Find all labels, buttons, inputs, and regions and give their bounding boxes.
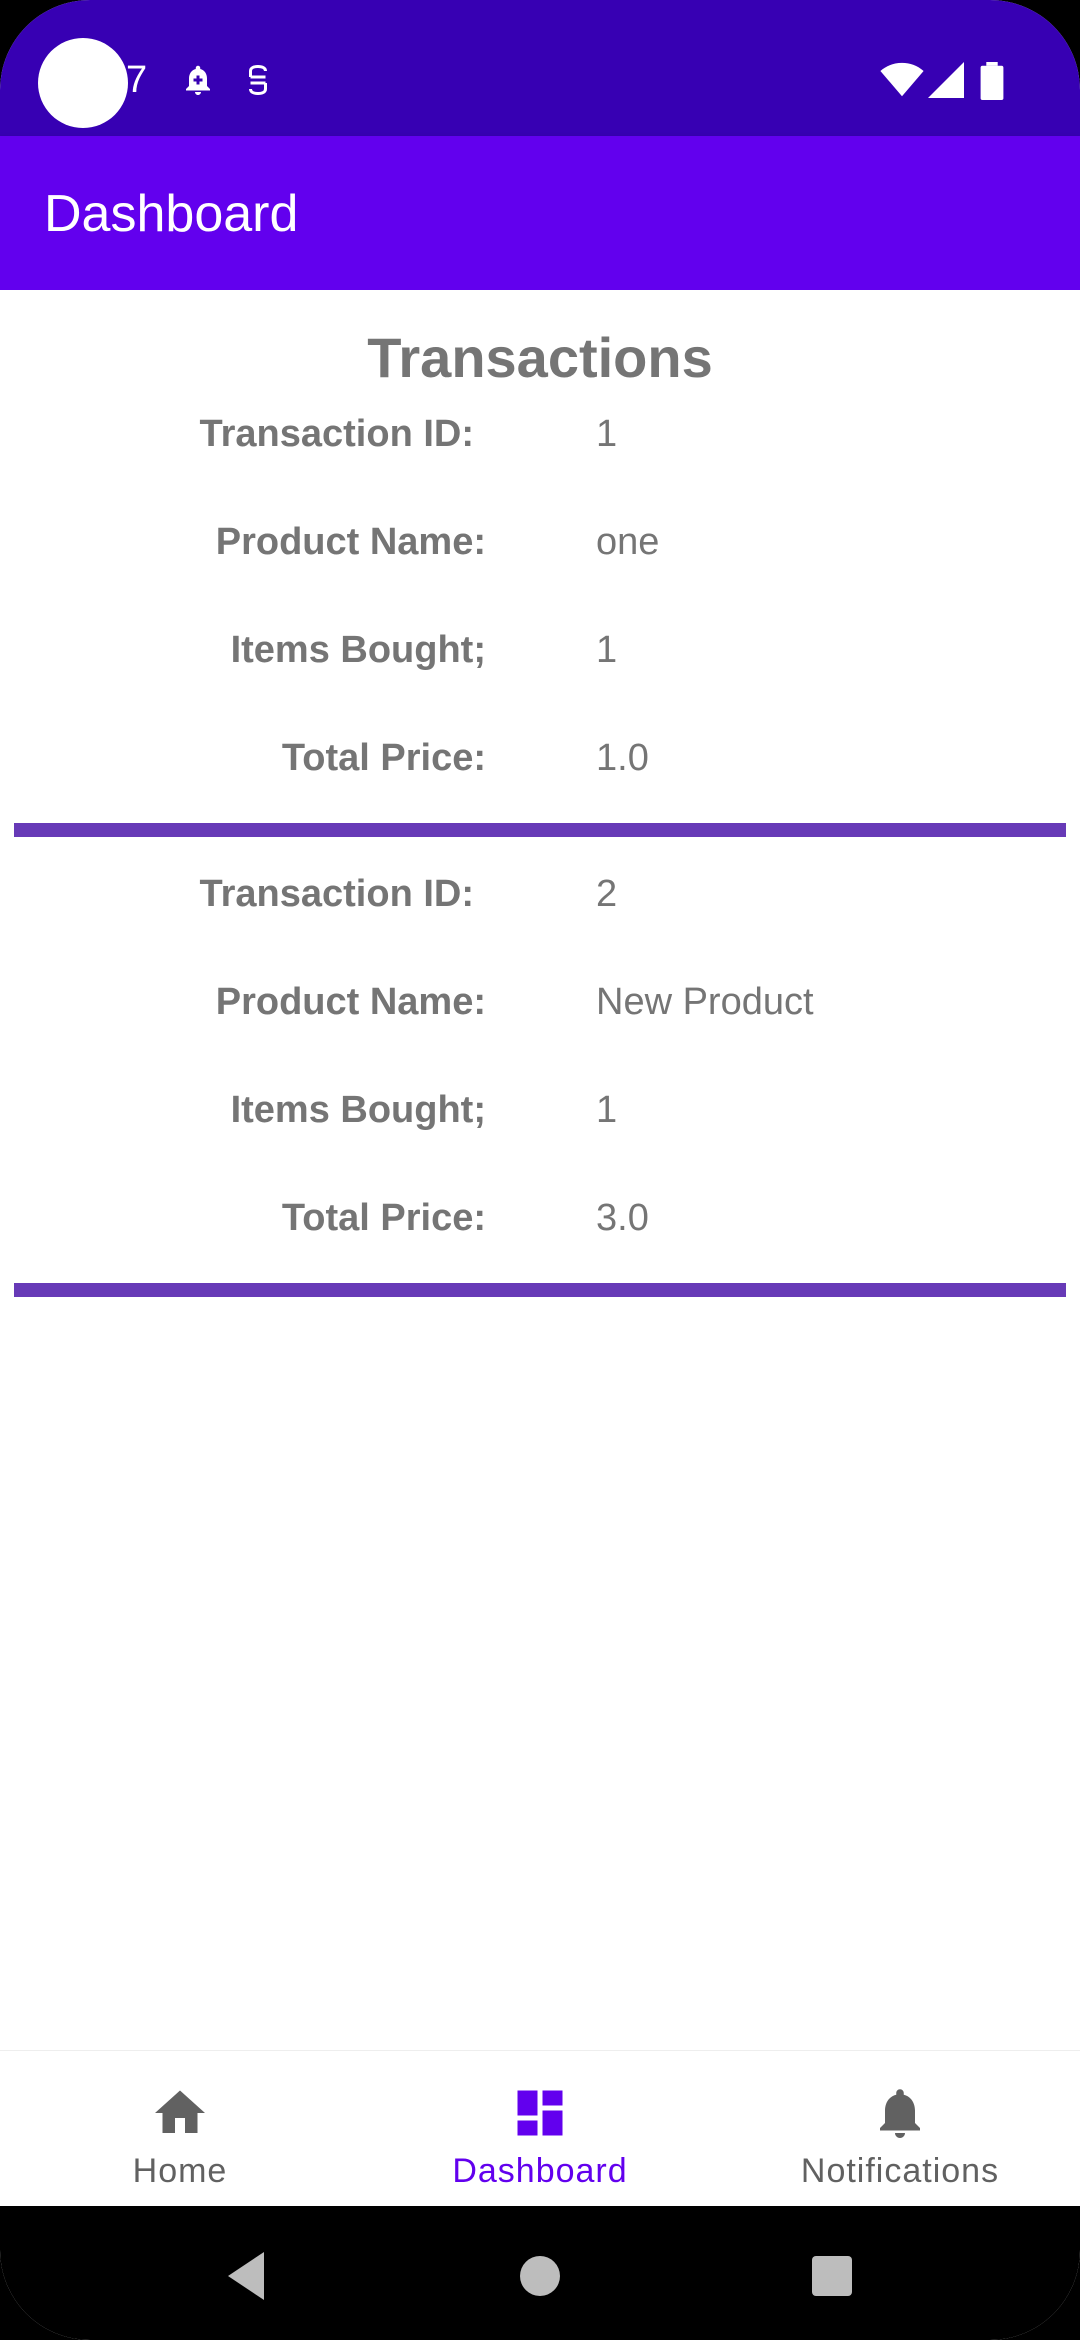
nav-item-dashboard[interactable]: Dashboard [360, 2051, 720, 2207]
product-name-value: one [596, 521, 660, 563]
product-name-label: Product Name: [215, 521, 486, 563]
product-name-row: Product Name: New Product [0, 972, 1080, 1032]
battery-icon [980, 62, 1004, 105]
recents-icon[interactable] [792, 2236, 872, 2316]
product-name-value: New Product [596, 981, 814, 1023]
home-circle-icon[interactable] [500, 2236, 580, 2316]
sim-icon [240, 62, 276, 103]
transaction-id-value: 1 [596, 413, 618, 455]
bell-icon [870, 2083, 930, 2143]
total-price-row: Total Price: 1.0 [0, 728, 1080, 788]
total-price-value: 3.0 [596, 1197, 649, 1239]
transaction-id-label: Transaction ID: [199, 413, 475, 455]
system-navigation-bar [0, 2206, 1080, 2340]
home-icon [150, 2083, 210, 2143]
transaction-id-row: Transaction ID: 1 [0, 404, 1080, 464]
items-bought-label: Items Bought; [230, 629, 486, 671]
transaction-divider [14, 823, 1066, 837]
total-price-label: Total Price: [281, 1197, 486, 1239]
items-bought-value: 1 [596, 629, 618, 671]
transaction-id-label: Transaction ID: [199, 873, 475, 915]
total-price-row: Total Price: 3.0 [0, 1188, 1080, 1248]
transaction-id-row: Transaction ID: 2 [0, 864, 1080, 924]
product-name-label: Product Name: [215, 981, 486, 1023]
notification-add-icon [180, 62, 216, 103]
transaction-id-value: 2 [596, 873, 618, 915]
product-name-row: Product Name: one [0, 512, 1080, 572]
phone-screen: 7 Dashboard Transactions Transaction ID:… [0, 0, 1080, 2340]
nav-label-dashboard: Dashboard [452, 2152, 628, 2190]
nav-label-notifications: Notifications [800, 2152, 1000, 2190]
signal-icon [928, 62, 964, 103]
section-title: Transactions [367, 326, 713, 389]
status-bar: 7 [0, 0, 1080, 136]
camera-cutout [38, 38, 128, 128]
app-bar-title: Dashboard [44, 185, 299, 243]
items-bought-row: Items Bought; 1 [0, 620, 1080, 680]
bottom-navigation: Home Dashboard Notifications [0, 2050, 1080, 2207]
dashboard-icon [510, 2083, 570, 2143]
nav-label-home: Home [132, 2152, 228, 2190]
items-bought-row: Items Bought; 1 [0, 1080, 1080, 1140]
transactions-content[interactable]: Transactions Transaction ID: 1 Product N… [0, 290, 1080, 2050]
status-time: 7 [126, 59, 148, 101]
back-icon[interactable] [204, 2236, 284, 2316]
nav-item-notifications[interactable]: Notifications [720, 2051, 1080, 2207]
total-price-label: Total Price: [281, 737, 486, 779]
items-bought-label: Items Bought; [230, 1089, 486, 1131]
items-bought-value: 1 [596, 1089, 618, 1131]
transaction-divider [14, 1283, 1066, 1297]
total-price-value: 1.0 [596, 737, 649, 779]
nav-item-home[interactable]: Home [0, 2051, 360, 2207]
app-bar: Dashboard [0, 136, 1080, 290]
wifi-icon [880, 62, 924, 103]
